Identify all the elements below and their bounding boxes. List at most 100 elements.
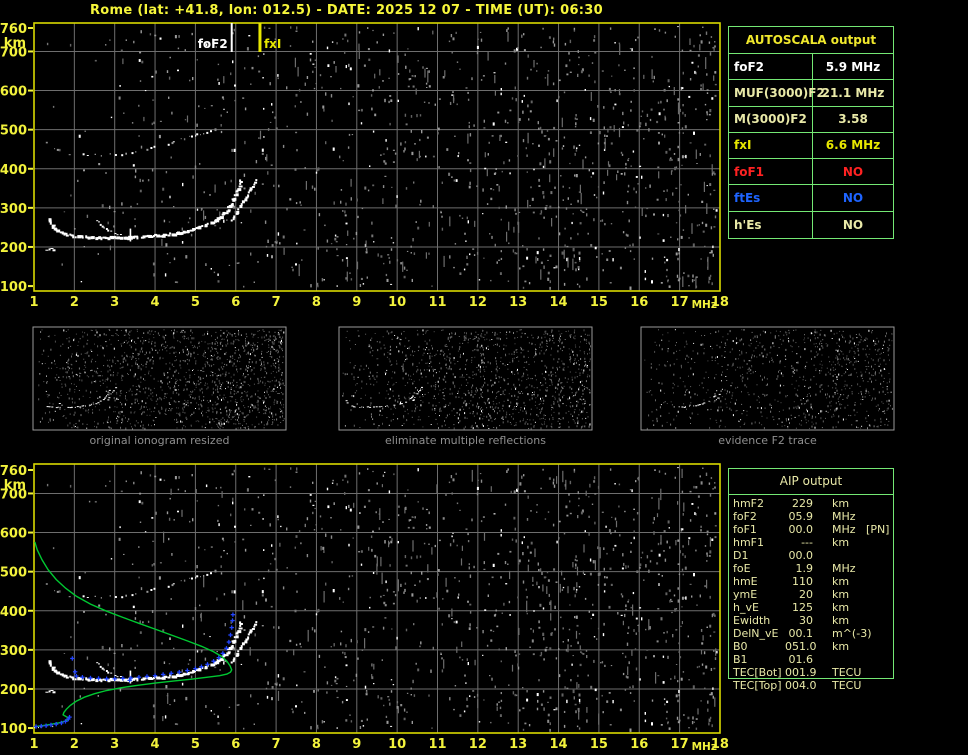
x-tick-label: 3 <box>110 737 119 752</box>
y-tick-label: 400 <box>0 605 27 620</box>
x-tick-label: 4 <box>151 737 160 752</box>
autoscala-row-h'Es: h'Es NO <box>729 211 893 238</box>
x-tick-label: 6 <box>231 737 240 752</box>
x-tick-label: 12 <box>469 295 487 310</box>
param-unit: km <box>832 601 850 614</box>
param-name: hmF2 <box>733 497 765 510</box>
x-tick-label: 11 <box>428 295 446 310</box>
page-title: Rome (lat: +41.8, lon: 012.5) - DATE: 20… <box>90 3 603 18</box>
x-tick-label: 8 <box>312 295 321 310</box>
autoscala-row-MUF(3000)F2: MUF(3000)F2 21.1 MHz <box>729 80 893 107</box>
x-tick-label: 7 <box>272 295 281 310</box>
aip-row-D1: D1 00.0 <box>733 549 893 562</box>
thumbnail-original-resized <box>32 326 287 431</box>
autoscala-row-fxI: fxI 6.6 MHz <box>729 132 893 160</box>
param-name: h'Es <box>729 211 813 238</box>
x-tick-label: 5 <box>191 737 200 752</box>
param-unit: km <box>832 614 850 627</box>
y-tick-label: 500 <box>0 124 27 139</box>
aip-row-foF1: foF1 00.0 MHz [PN] <box>733 523 893 536</box>
param-value: 110 <box>792 575 813 588</box>
thumbnail-caption-evidence: evidence F2 trace <box>718 434 817 447</box>
param-unit: km <box>832 536 850 549</box>
param-value: NO <box>842 164 864 179</box>
x-tick-label: 15 <box>590 295 608 310</box>
y-axis-label: km <box>4 478 26 493</box>
aip-row-TEC[Bot]: TEC[Bot] 001.9 TECU <box>733 666 893 679</box>
x-tick-label: 1 <box>29 295 38 310</box>
ionogram-noise <box>45 467 718 732</box>
x-tick-label: 14 <box>550 295 568 310</box>
param-value: 1.9 <box>795 562 814 575</box>
param-value: 004.0 <box>785 679 817 692</box>
x-tick-label: 3 <box>110 295 119 310</box>
aip-row-DelN_vE: DelN_vE 00.1 m^(-3) <box>733 627 893 640</box>
autoscala-screen: 760 700 600 500 400 300 200 100 km 1 2 3 4 5 6 7 8 9 10 11 1… <box>0 0 968 755</box>
param-name: h_vE <box>733 601 759 614</box>
y-tick-label: 600 <box>0 527 27 542</box>
bottom-ionogram-plot: 760700600500400300200100km1 2 3 4 5 6 7 8 9 10 11 1… <box>0 463 729 753</box>
param-name: TEC[Top] <box>733 679 782 692</box>
autoscala-output-table: AUTOSCALA output foF2 5.9 MHz MUF(3000)F2 2… <box>728 26 894 239</box>
autoscaled-markers: foF2 fxI <box>198 23 281 52</box>
x-tick-label: 6 <box>231 295 240 310</box>
param-value: 125 <box>792 601 813 614</box>
aip-row-hmF2: hmF2 229 km <box>733 497 893 510</box>
param-value: 229 <box>792 497 813 510</box>
param-value: 001.9 <box>785 666 817 679</box>
y-tick-label: 400 <box>0 163 27 178</box>
param-unit: km <box>832 588 850 601</box>
thumbnail-caption-eliminate: eliminate multiple reflections <box>385 434 546 447</box>
param-value: 00.0 <box>788 549 814 562</box>
autoscala-row-ftEs: ftEs NO <box>729 185 893 212</box>
thumbnail-caption-original: original ionogram resized <box>89 434 230 447</box>
param-name: MUF(3000)F2 <box>729 80 825 106</box>
x-tick-label: 17 <box>671 737 689 752</box>
x-axis-label: MHz <box>692 299 717 311</box>
aip-row-B0: B0 051.0 km <box>733 640 893 653</box>
aip-table-rows: hmF2 229 km foF2 05.9 MHz foF1 00.0 MHz [PN] hmF1… <box>733 497 893 692</box>
param-unit: TECU <box>832 666 862 679</box>
param-value: 30 <box>799 614 813 627</box>
param-unit: km <box>832 497 850 510</box>
aip-row-hmE: hmE 110 km <box>733 575 893 588</box>
thumbnail-evidence-f2 <box>640 326 895 431</box>
x-tick-label: 8 <box>312 737 321 752</box>
param-name: foF2 <box>729 54 813 80</box>
autoscala-row-foF2: foF2 5.9 MHz <box>729 54 893 81</box>
param-name: M(3000)F2 <box>729 106 813 132</box>
param-name: D1 <box>733 549 749 562</box>
aip-row-h_vE: h_vE 125 km <box>733 601 893 614</box>
param-unit <box>813 549 893 562</box>
aip-table-header: AIP output <box>729 469 893 495</box>
param-unit: TECU <box>832 679 862 692</box>
y-tick-label: 300 <box>0 644 27 659</box>
param-name: foF1 <box>733 523 757 536</box>
top-ionogram-plot: 760700600500400300200100km1 2 3 4 5 6 7 8 9 10 11 1… <box>0 22 729 311</box>
x-tick-label: 10 <box>388 295 406 310</box>
autoscala-row-foF1: foF1 NO <box>729 159 893 186</box>
x-tick-label: 7 <box>272 737 281 752</box>
param-name: Ewidth <box>733 614 771 627</box>
aip-row-ymE: ymE 20 km <box>733 588 893 601</box>
y-tick-label: 760 <box>0 22 27 37</box>
y-tick-label: 100 <box>0 280 27 295</box>
param-value: 01.6 <box>788 653 814 666</box>
param-name: fxI <box>729 132 813 159</box>
y-tick-label: 200 <box>0 241 27 256</box>
ionogram-echo-traces <box>45 572 258 694</box>
ionogram-noise <box>45 26 718 290</box>
y-tick-label: 300 <box>0 202 27 217</box>
autoscala-row-M(3000)F2: M(3000)F2 3.58 <box>729 106 893 133</box>
x-tick-label: 10 <box>388 737 406 752</box>
param-value: NO <box>842 217 864 232</box>
param-value: --- <box>801 536 813 549</box>
param-name: ymE <box>733 588 758 601</box>
x-axis-label: MHz <box>692 741 717 753</box>
param-name: foF1 <box>729 159 813 185</box>
x-tick-label: 1 <box>29 737 38 752</box>
electron-density-profile-curve <box>34 541 233 728</box>
autoscala-table-rows: foF2 5.9 MHz MUF(3000)F2 21.1 MHz M(3000)F2 3… <box>729 54 893 238</box>
param-value: 5.9 MHz <box>825 59 881 74</box>
profile-and-restored-trace <box>33 541 236 729</box>
